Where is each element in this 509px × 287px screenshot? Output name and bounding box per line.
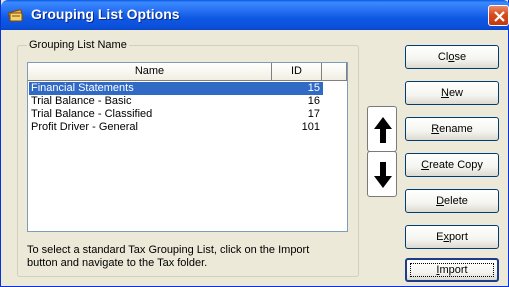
- dialog-window: Grouping List Options Grouping List Name…: [0, 0, 509, 287]
- import-hint-text: To select a standard Tax Grouping List, …: [27, 244, 310, 269]
- new-button[interactable]: New: [405, 81, 499, 105]
- column-header-name[interactable]: Name: [28, 63, 272, 80]
- row-name: Trial Balance - Basic: [31, 95, 132, 107]
- row-id: 17: [307, 108, 320, 120]
- list-row[interactable]: Profit Driver - General 101: [29, 121, 323, 134]
- books-icon: [7, 6, 25, 24]
- focus-rectangle: [410, 263, 494, 277]
- delete-button[interactable]: Delete: [405, 189, 499, 213]
- title-bar[interactable]: Grouping List Options: [1, 0, 509, 30]
- row-id: 15: [307, 82, 320, 94]
- create-copy-button[interactable]: Create Copy: [405, 153, 499, 177]
- row-id: 101: [301, 121, 320, 133]
- row-id: 16: [307, 95, 320, 107]
- row-name: Profit Driver - General: [31, 121, 138, 133]
- list-header: Name ID: [28, 63, 347, 81]
- export-button[interactable]: Export: [405, 225, 499, 249]
- window-title: Grouping List Options: [31, 6, 180, 22]
- rename-button[interactable]: Rename: [405, 117, 499, 141]
- group-label: Grouping List Name: [27, 39, 129, 51]
- close-button[interactable]: Close: [405, 45, 499, 69]
- column-header-id[interactable]: ID: [272, 63, 322, 80]
- list-row[interactable]: Trial Balance - Basic 16: [29, 95, 323, 108]
- move-down-button[interactable]: [367, 151, 397, 197]
- list-row[interactable]: Trial Balance - Classified 17: [29, 108, 323, 121]
- move-up-button[interactable]: [367, 106, 397, 152]
- row-name: Financial Statements: [31, 82, 134, 94]
- row-name: Trial Balance - Classified: [31, 108, 153, 120]
- grouping-list-view[interactable]: Name ID Financial Statements 15 Trial Ba…: [27, 62, 348, 232]
- list-row[interactable]: Financial Statements 15: [29, 82, 323, 95]
- import-button[interactable]: Import: [405, 258, 499, 282]
- close-icon[interactable]: [488, 5, 509, 26]
- column-header-filler: [322, 63, 347, 80]
